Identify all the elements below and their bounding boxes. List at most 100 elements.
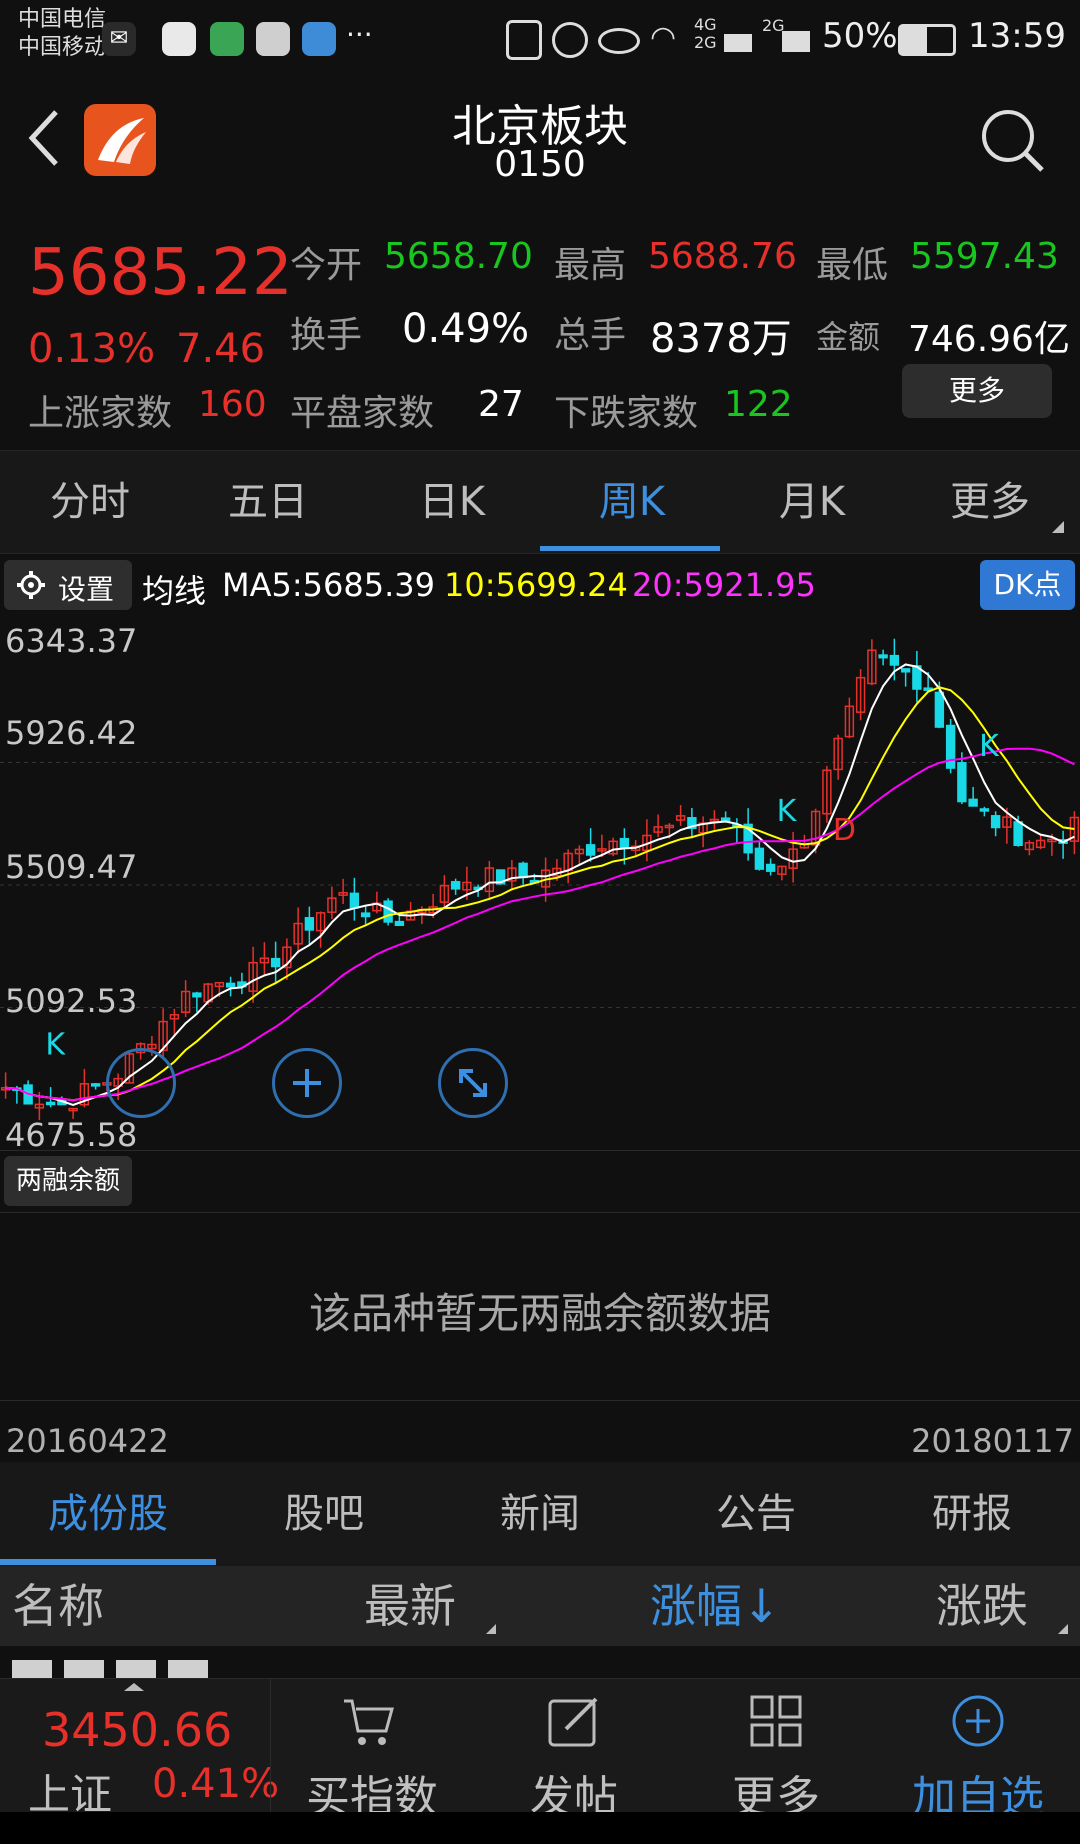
divider: [0, 1150, 1080, 1151]
wifi-icon: ◠: [650, 20, 677, 55]
play-icon: [210, 22, 244, 56]
quote-more-button[interactable]: 更多: [902, 364, 1052, 418]
ma10-value: 10:5699.24: [444, 566, 628, 604]
tab-weekly-k[interactable]: 周K: [552, 451, 712, 553]
active-content-tab-indicator: [0, 1559, 216, 1565]
candle-body: [934, 691, 945, 728]
add-circle-icon: [950, 1693, 1006, 1749]
divider: [0, 1212, 1080, 1213]
candle-body: [878, 654, 888, 659]
active-tab-indicator: [540, 546, 720, 551]
candle-body: [900, 668, 911, 673]
more-notifications: ···: [346, 18, 373, 51]
column-change-pct[interactable]: 涨幅↓: [650, 1566, 781, 1646]
high-value: 5688.76: [648, 236, 797, 277]
low-label: 最低: [816, 245, 889, 286]
hand-icon: [256, 22, 290, 56]
fullscreen-button[interactable]: [438, 1048, 508, 1118]
turnover-value: 0.49%: [402, 306, 530, 352]
candle-body: [349, 892, 360, 909]
tab-more[interactable]: 更多: [910, 451, 1070, 553]
d-marker: D: [833, 813, 856, 848]
ma20-line: [5, 747, 1075, 1102]
amount-label: 金额: [816, 318, 881, 356]
open-label: 今开: [290, 245, 363, 286]
candle-body: [225, 982, 236, 988]
expand-up-icon[interactable]: [124, 1683, 144, 1691]
gear-icon: [16, 570, 46, 600]
column-name: 名称: [12, 1579, 104, 1633]
rise-count: 160: [198, 384, 267, 425]
candle-body: [889, 654, 900, 666]
tab-five-day[interactable]: 五日: [188, 451, 348, 553]
app-icon-1: [162, 22, 196, 56]
bottom-toolbar: 3450.66 上证 0.41% 买指数 发帖 更多 加自选: [0, 1678, 1080, 1823]
clock: 13:59: [968, 16, 1066, 56]
candle-body: [619, 837, 630, 849]
ma10-line: [5, 686, 1075, 1102]
header: 北京板块 0150: [0, 80, 1080, 230]
candle-body: [968, 798, 978, 807]
fall-count-label: 下跌家数: [554, 393, 699, 434]
current-price: 5685.22: [28, 236, 293, 310]
start-date: 20160422: [6, 1422, 169, 1460]
period-tab-bar: 分时 五日 日K 周K 月K 更多: [0, 450, 1080, 554]
signal-icon-1: [724, 22, 752, 52]
change-percent: 0.13%: [28, 326, 156, 372]
list-header: 名称 最新 涨幅↓ 涨跌: [0, 1566, 1080, 1646]
list-item-partial: [12, 1654, 232, 1678]
chart-settings-button[interactable]: 设置: [4, 560, 132, 610]
open-value: 5658.70: [384, 236, 533, 277]
k-marker: K: [979, 729, 1000, 764]
tab-monthly-k[interactable]: 月K: [732, 451, 892, 553]
candle-body: [518, 862, 528, 879]
eye-icon: [598, 28, 640, 54]
nfc-icon: [506, 20, 542, 60]
plus-icon: [293, 1069, 321, 1097]
column-change[interactable]: 涨跌: [936, 1566, 1028, 1646]
system-nav-bar: [0, 1812, 1080, 1844]
tab-news[interactable]: 新闻: [432, 1462, 648, 1566]
tab-intraday[interactable]: 分时: [10, 451, 170, 553]
tab-research[interactable]: 研报: [864, 1462, 1080, 1566]
financing-balance-button[interactable]: 两融余额: [4, 1156, 132, 1206]
sort-corner-icon: [1058, 1624, 1068, 1634]
y-tick-1: 6343.37: [5, 622, 138, 660]
candle-body: [270, 957, 281, 968]
volume-value: 8378万: [650, 316, 792, 362]
candle-body: [957, 762, 967, 803]
edit-icon: [546, 1693, 602, 1749]
candle-body: [450, 881, 461, 890]
index-value[interactable]: 3450.66: [42, 1703, 232, 1757]
y-tick-2: 5926.42: [5, 714, 138, 752]
dk-point-button[interactable]: DK点: [980, 560, 1075, 610]
candle-body: [90, 1083, 101, 1087]
search-icon[interactable]: [980, 108, 1046, 174]
network-type-1: 4G 2G: [694, 15, 717, 52]
battery-icon: [898, 24, 956, 56]
signal-icon-2: [782, 22, 810, 52]
tab-forum[interactable]: 股吧: [216, 1462, 432, 1566]
more-corner-icon: [1052, 521, 1064, 533]
fall-count: 122: [724, 384, 793, 425]
candle-body: [979, 808, 990, 812]
low-value: 5597.43: [910, 236, 1059, 277]
sort-corner-icon: [486, 1624, 496, 1634]
zoom-in-button[interactable]: [272, 1048, 342, 1118]
tab-announcements[interactable]: 公告: [648, 1462, 864, 1566]
y-tick-4: 5092.53: [5, 982, 138, 1020]
k-marker: K: [777, 794, 798, 829]
column-latest[interactable]: 最新: [364, 1566, 456, 1646]
tab-constituents[interactable]: 成份股: [0, 1462, 216, 1566]
battery-percent: 50%: [822, 16, 898, 56]
candle-body: [754, 847, 765, 870]
prev-chart-button[interactable]: [106, 1048, 176, 1118]
candle-body: [383, 900, 393, 923]
divider: [270, 1679, 271, 1813]
flat-count: 27: [478, 384, 524, 425]
wechat-icon: ✉: [102, 22, 136, 56]
tab-daily-k[interactable]: 日K: [372, 451, 532, 553]
candle-body: [720, 817, 731, 822]
change-value: 7.46: [176, 326, 266, 372]
divider: [0, 1400, 1080, 1401]
